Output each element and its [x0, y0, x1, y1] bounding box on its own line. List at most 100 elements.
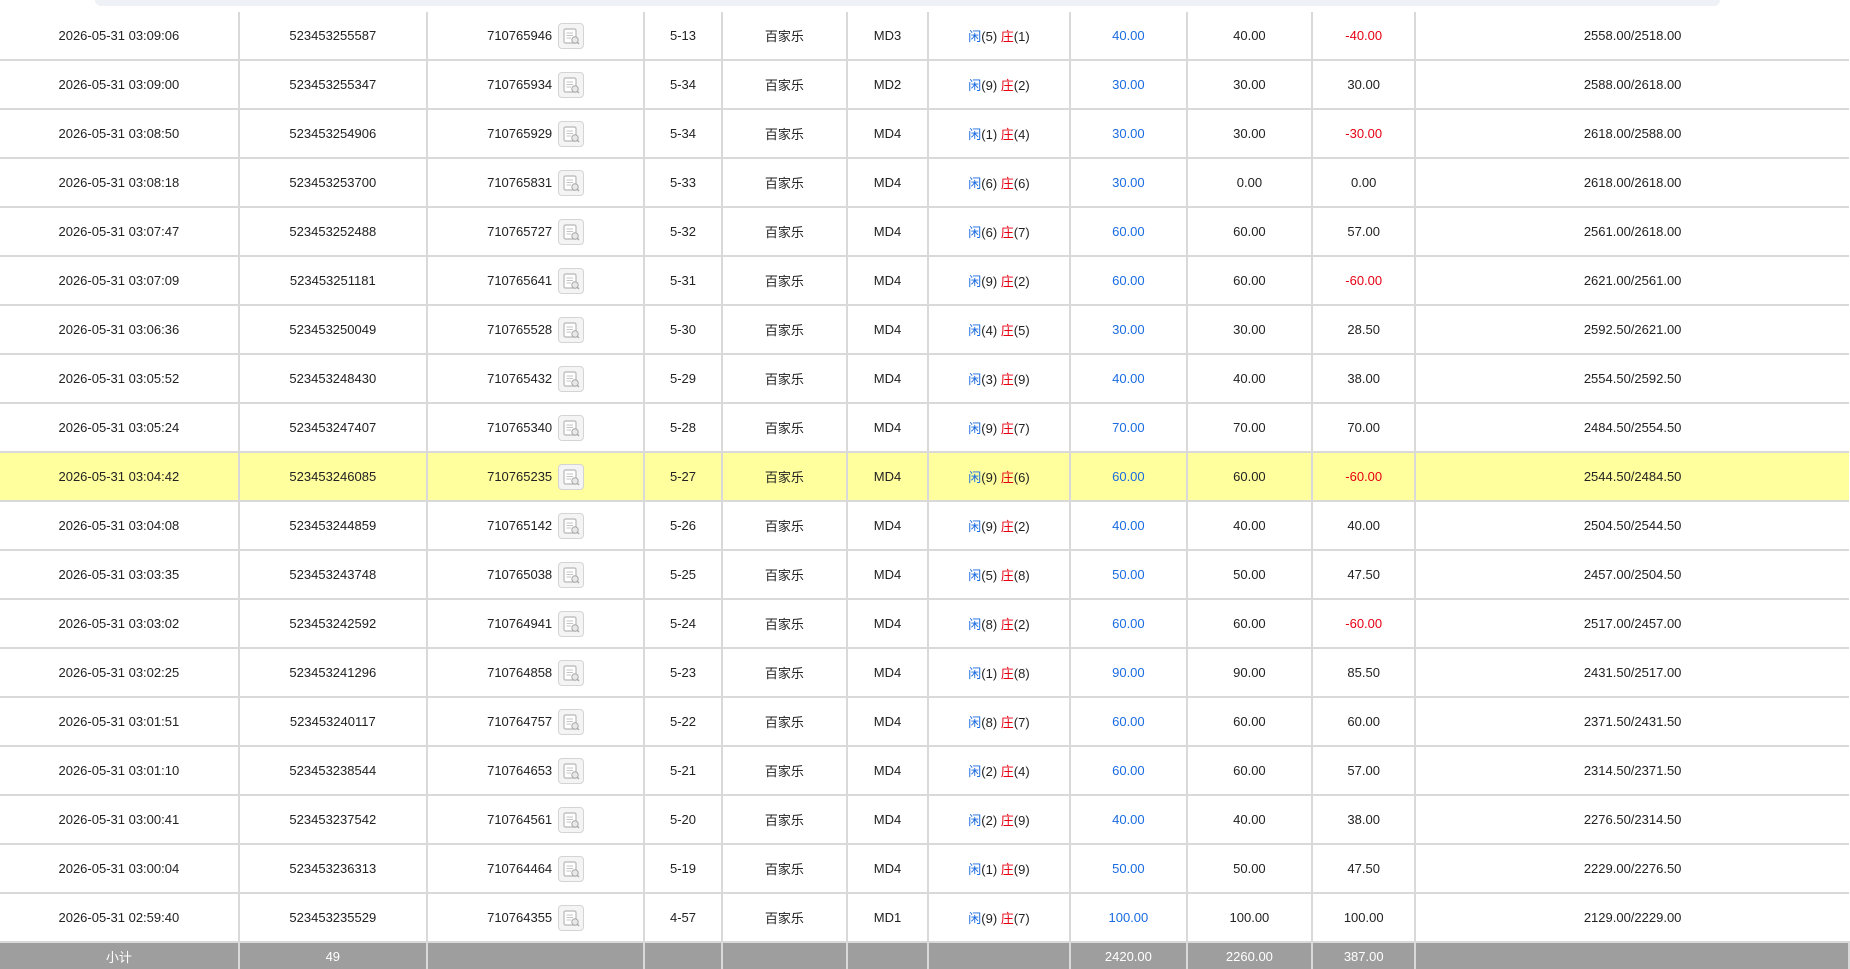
- detail-doc-icon[interactable]: [558, 463, 585, 490]
- cell-table: MD4: [847, 403, 929, 453]
- cell-balance: 2618.00/2588.00: [1415, 109, 1849, 159]
- detail-doc-icon[interactable]: [558, 267, 585, 294]
- cell-order-no: 523453236313: [238, 844, 428, 894]
- banker-label: 庄: [1000, 323, 1014, 338]
- cell-time: 2026-05-31 03:07:09: [0, 256, 240, 306]
- detail-doc-icon[interactable]: [558, 757, 585, 784]
- banker-label: 庄: [1000, 421, 1014, 436]
- banker-label: 庄: [1000, 127, 1014, 142]
- cell-valid-bet: 100.00: [1186, 893, 1314, 943]
- detail-doc-icon[interactable]: [558, 610, 585, 637]
- detail-doc-icon[interactable]: [558, 414, 585, 441]
- cell-order-no: 523453246085: [238, 452, 428, 502]
- cell-valid-bet: 60.00: [1186, 256, 1314, 306]
- cell-time: 2026-05-31 03:04:42: [0, 452, 240, 502]
- detail-doc-icon[interactable]: [558, 904, 585, 931]
- cell-valid-bet: 60.00: [1186, 599, 1314, 649]
- cell-shoe: 5-34: [644, 60, 723, 110]
- cell-bet: 100.00: [1070, 893, 1188, 943]
- cell-time: 2026-05-31 03:03:02: [0, 599, 240, 649]
- banker-points: (2): [1013, 519, 1030, 534]
- player-label: 闲: [968, 225, 982, 240]
- banker-label: 庄: [1000, 911, 1014, 926]
- cell-shoe: 5-23: [644, 648, 723, 698]
- detail-doc-icon[interactable]: [558, 806, 585, 833]
- cell-bet: 60.00: [1070, 207, 1188, 257]
- cell-bet: 40.00: [1070, 12, 1188, 61]
- cell-game: 百家乐: [721, 501, 849, 551]
- detail-doc-icon[interactable]: [558, 512, 585, 539]
- cell-balance: 2229.00/2276.50: [1415, 844, 1849, 894]
- table-row: 2026-05-31 03:05:52 523453248430 7107654…: [0, 354, 1849, 404]
- round-id: 710765929: [487, 126, 553, 141]
- cell-table: MD4: [847, 648, 929, 698]
- cell-win-loss: -40.00: [1312, 12, 1417, 61]
- detail-doc-icon[interactable]: [558, 71, 585, 98]
- cell-shoe: 5-13: [644, 12, 723, 61]
- round-id: 710764464: [487, 861, 553, 876]
- player-points: (2): [981, 764, 998, 779]
- cell-win-loss: 28.50: [1312, 305, 1417, 355]
- cell-win-loss: 30.00: [1312, 60, 1417, 110]
- cell-game: 百家乐: [721, 109, 849, 159]
- player-points: (9): [981, 421, 998, 436]
- cell-round: 710765641: [426, 256, 646, 306]
- cell-table: MD4: [847, 207, 929, 257]
- cell-result: 闲(9) 庄(2): [927, 60, 1072, 110]
- cell-win-loss: 60.00: [1312, 697, 1417, 747]
- cell-shoe: 5-31: [644, 256, 723, 306]
- cell-shoe: 5-34: [644, 109, 723, 159]
- detail-doc-icon[interactable]: [558, 855, 585, 882]
- round-id: 710765934: [487, 77, 553, 92]
- cell-time: 2026-05-31 03:05:52: [0, 354, 240, 404]
- cell-valid-bet: 30.00: [1186, 60, 1314, 110]
- detail-doc-icon[interactable]: [558, 169, 585, 196]
- cell-time: 2026-05-31 03:09:06: [0, 12, 240, 61]
- cell-result: 闲(1) 庄(4): [927, 109, 1072, 159]
- player-points: (9): [981, 911, 998, 926]
- detail-doc-icon[interactable]: [558, 365, 585, 392]
- detail-doc-icon[interactable]: [558, 218, 585, 245]
- player-points: (1): [981, 127, 998, 142]
- cell-round: 710764355: [426, 893, 646, 943]
- round-id: 710765432: [487, 371, 553, 386]
- detail-doc-icon[interactable]: [558, 120, 585, 147]
- cell-shoe: 4-57: [644, 893, 723, 943]
- detail-doc-icon[interactable]: [558, 316, 585, 343]
- cell-table: MD4: [847, 501, 929, 551]
- cell-round: 710765235: [426, 452, 646, 502]
- cell-round: 710765142: [426, 501, 646, 551]
- player-label: 闲: [968, 862, 982, 877]
- detail-doc-icon[interactable]: [558, 22, 585, 49]
- cell-bet: 40.00: [1070, 795, 1188, 845]
- cell-valid-bet: 30.00: [1186, 109, 1314, 159]
- cell-bet: 50.00: [1070, 550, 1188, 600]
- cell-bet: 30.00: [1070, 60, 1188, 110]
- player-points: (9): [981, 78, 998, 93]
- cell-valid-bet: 40.00: [1186, 795, 1314, 845]
- cell-win-loss: 47.50: [1312, 550, 1417, 600]
- round-id: 710764653: [487, 763, 553, 778]
- detail-doc-icon[interactable]: [558, 659, 585, 686]
- detail-doc-icon[interactable]: [558, 561, 585, 588]
- cell-round: 710765727: [426, 207, 646, 257]
- cell-win-loss: 0.00: [1312, 158, 1417, 208]
- banker-points: (7): [1013, 911, 1030, 926]
- cell-shoe: 5-19: [644, 844, 723, 894]
- table-row: 2026-05-31 03:03:35 523453243748 7107650…: [0, 550, 1849, 600]
- table-row: 2026-05-31 03:04:42 523453246085 7107652…: [0, 452, 1849, 502]
- cell-balance: 2554.50/2592.50: [1415, 354, 1849, 404]
- round-id: 710764561: [487, 812, 553, 827]
- round-id: 710764858: [487, 665, 553, 680]
- cell-order-no: 523453244859: [238, 501, 428, 551]
- table-row: 2026-05-31 03:07:47 523453252488 7107657…: [0, 207, 1849, 257]
- cell-round: 710764464: [426, 844, 646, 894]
- banker-points: (4): [1013, 764, 1030, 779]
- detail-doc-icon[interactable]: [558, 708, 585, 735]
- player-label: 闲: [968, 519, 982, 534]
- cell-order-no: 523453251181: [238, 256, 428, 306]
- cell-result: 闲(9) 庄(6): [927, 452, 1072, 502]
- cell-result: 闲(9) 庄(7): [927, 893, 1072, 943]
- cell-order-no: 523453252488: [238, 207, 428, 257]
- cell-shoe: 5-33: [644, 158, 723, 208]
